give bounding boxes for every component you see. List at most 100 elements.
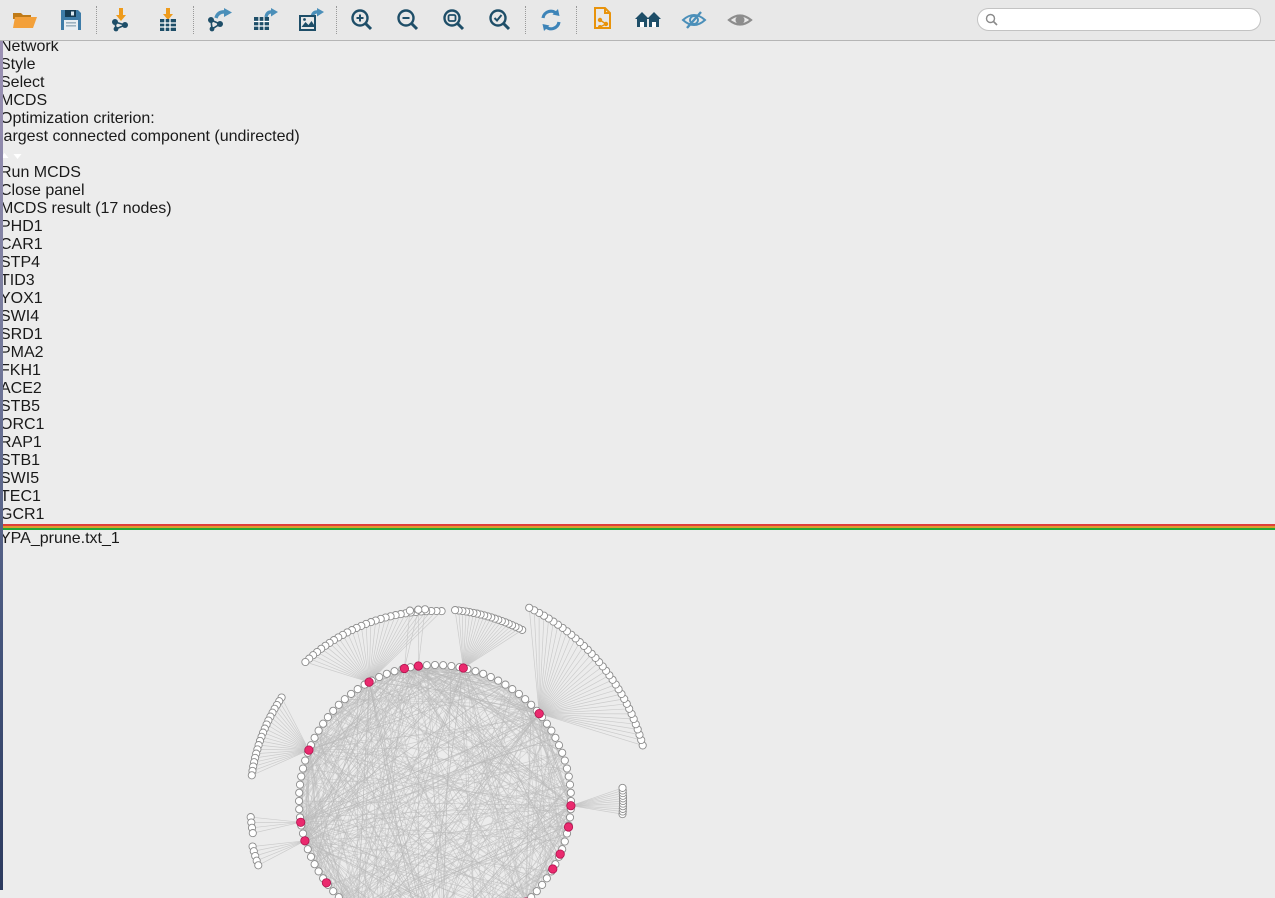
network-node[interactable]: [472, 668, 479, 675]
mcds-result-list[interactable]: PHD1CAR1STP4TID3YOX1SWI4SRD1PMA2FKH1ACE2…: [0, 218, 1275, 524]
mcds-node[interactable]: [322, 879, 330, 887]
mcds-result-item[interactable]: SRD1: [0, 326, 1275, 344]
network-node[interactable]: [452, 607, 459, 614]
network-node[interactable]: [561, 757, 568, 764]
network-node[interactable]: [302, 658, 309, 665]
mcds-result-item[interactable]: TEC1: [0, 488, 1275, 506]
zoom-out-icon[interactable]: [393, 5, 423, 35]
mcds-node[interactable]: [414, 662, 422, 670]
mcds-result-item[interactable]: ORC1: [0, 416, 1275, 434]
hide-details-icon[interactable]: [679, 5, 709, 35]
mcds-node[interactable]: [535, 709, 543, 717]
network-node[interactable]: [543, 875, 550, 882]
mcds-node[interactable]: [564, 823, 572, 831]
network-node[interactable]: [354, 686, 361, 693]
mcds-result-item[interactable]: YOX1: [0, 290, 1275, 308]
network-node[interactable]: [431, 661, 438, 668]
optimization-criterion-select[interactable]: largest connected component (undirected): [0, 128, 1275, 164]
network-node[interactable]: [559, 749, 566, 756]
network-node[interactable]: [561, 838, 568, 845]
open-session-icon[interactable]: [10, 5, 40, 35]
network-titlebar[interactable]: YPA_prune.txt_1: [0, 524, 1275, 548]
save-session-icon[interactable]: [56, 5, 86, 35]
network-node[interactable]: [320, 720, 327, 727]
network-node[interactable]: [296, 781, 303, 788]
show-home-icon[interactable]: [633, 5, 663, 35]
network-node[interactable]: [335, 701, 342, 708]
network-canvas[interactable]: [0, 548, 1275, 898]
network-node[interactable]: [383, 670, 390, 677]
network-node[interactable]: [315, 727, 322, 734]
network-node[interactable]: [448, 662, 455, 669]
network-node[interactable]: [566, 814, 573, 821]
network-node[interactable]: [391, 668, 398, 675]
run-mcds-button[interactable]: Run MCDS: [0, 164, 99, 182]
tab-style[interactable]: Style: [0, 56, 1275, 74]
network-node[interactable]: [526, 604, 533, 611]
network-node[interactable]: [563, 765, 570, 772]
new-network-from-selection-icon[interactable]: [587, 5, 617, 35]
network-graph[interactable]: [0, 548, 870, 898]
network-node[interactable]: [307, 853, 314, 860]
mcds-result-item[interactable]: STB1: [0, 452, 1275, 470]
network-node[interactable]: [495, 677, 502, 684]
mcds-node[interactable]: [556, 850, 564, 858]
network-node[interactable]: [509, 686, 516, 693]
network-node[interactable]: [539, 881, 546, 888]
mcds-node[interactable]: [305, 746, 313, 754]
network-node[interactable]: [248, 772, 255, 779]
network-node[interactable]: [406, 607, 413, 614]
network-node[interactable]: [619, 784, 626, 791]
export-table-icon[interactable]: [250, 5, 280, 35]
network-node[interactable]: [341, 696, 348, 703]
network-node[interactable]: [255, 862, 262, 869]
network-node[interactable]: [567, 789, 574, 796]
mcds-node[interactable]: [400, 664, 408, 672]
tab-mcds[interactable]: MCDS: [0, 92, 1275, 110]
mcds-result-item[interactable]: STP4: [0, 254, 1275, 272]
network-node[interactable]: [487, 673, 494, 680]
export-image-icon[interactable]: [296, 5, 326, 35]
network-node[interactable]: [515, 690, 522, 697]
network-node[interactable]: [566, 781, 573, 788]
import-network-icon[interactable]: [107, 5, 137, 35]
network-node[interactable]: [376, 673, 383, 680]
network-node[interactable]: [543, 720, 550, 727]
zoom-in-icon[interactable]: [347, 5, 377, 35]
tab-select[interactable]: Select: [0, 74, 1275, 92]
network-node[interactable]: [296, 789, 303, 796]
mcds-result-item[interactable]: TID3: [0, 272, 1275, 290]
mcds-node[interactable]: [365, 678, 373, 686]
network-node[interactable]: [480, 670, 487, 677]
network-node[interactable]: [311, 861, 318, 868]
network-node[interactable]: [565, 773, 572, 780]
network-node[interactable]: [440, 662, 447, 669]
network-node[interactable]: [304, 846, 311, 853]
network-node[interactable]: [298, 773, 305, 780]
mcds-result-item[interactable]: PMA2: [0, 344, 1275, 362]
mcds-node[interactable]: [297, 818, 305, 826]
refresh-view-icon[interactable]: [536, 5, 566, 35]
mcds-node[interactable]: [549, 865, 557, 873]
network-node[interactable]: [299, 830, 306, 837]
network-node[interactable]: [315, 868, 322, 875]
mcds-result-item[interactable]: ACE2: [0, 380, 1275, 398]
mcds-node[interactable]: [459, 664, 467, 672]
network-node[interactable]: [348, 690, 355, 697]
network-node[interactable]: [423, 662, 430, 669]
network-node[interactable]: [522, 696, 529, 703]
network-node[interactable]: [330, 707, 337, 714]
close-panel-button[interactable]: Close panel: [0, 182, 106, 200]
mcds-result-item[interactable]: SWI5: [0, 470, 1275, 488]
export-network-icon[interactable]: [204, 5, 234, 35]
network-node[interactable]: [555, 742, 562, 749]
network-node[interactable]: [299, 765, 306, 772]
network-node[interactable]: [548, 727, 555, 734]
network-node[interactable]: [528, 701, 535, 708]
mcds-node[interactable]: [301, 837, 309, 845]
mcds-result-item[interactable]: GCR1: [0, 506, 1275, 524]
network-node[interactable]: [324, 714, 331, 721]
mcds-result-item[interactable]: PHD1: [0, 218, 1275, 236]
zoom-fit-icon[interactable]: [439, 5, 469, 35]
network-node[interactable]: [302, 757, 309, 764]
